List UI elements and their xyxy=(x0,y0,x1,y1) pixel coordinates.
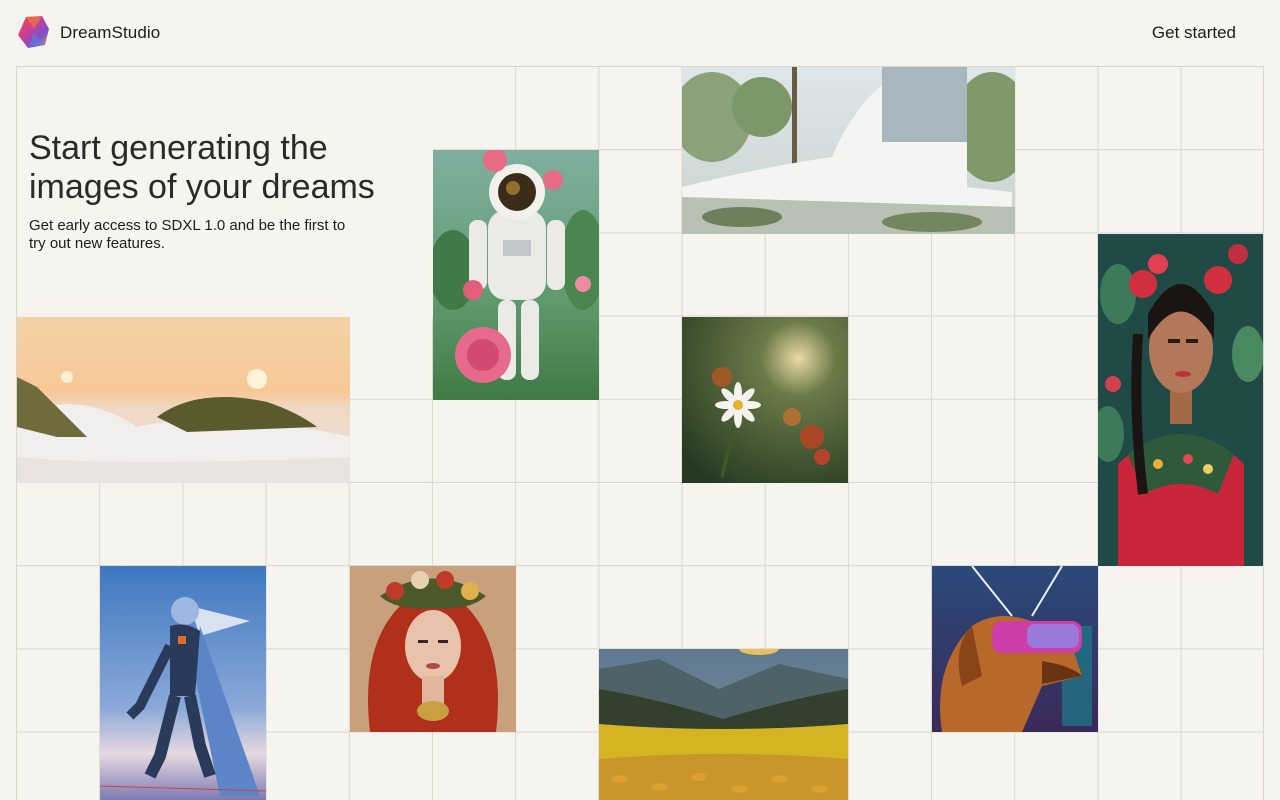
get-started-link[interactable]: Get started xyxy=(1152,23,1236,43)
image-grid: Start generating the images of your drea… xyxy=(16,66,1264,800)
hero-section: Start generating the images of your drea… xyxy=(17,67,433,317)
modern-house-image[interactable] xyxy=(682,67,1015,234)
flying-robot-image[interactable] xyxy=(100,566,266,800)
red-hair-woman-image[interactable] xyxy=(350,566,516,732)
hero-title: Start generating the images of your drea… xyxy=(29,129,375,206)
brand-name[interactable]: DreamStudio xyxy=(60,23,160,43)
vr-dog-image[interactable] xyxy=(932,566,1098,732)
beach-dunes-sunset-image[interactable] xyxy=(17,317,350,483)
hero-subtitle: Get early access to SDXL 1.0 and be the … xyxy=(29,217,346,252)
top-header: DreamStudio Get started xyxy=(0,0,1280,66)
frida-portrait-image[interactable] xyxy=(1098,234,1263,566)
daisy-flower-image[interactable] xyxy=(682,317,848,483)
dreamstudio-logo-icon[interactable] xyxy=(16,15,50,49)
astronaut-roses-image[interactable] xyxy=(433,150,599,400)
yellow-field-image[interactable] xyxy=(599,649,848,800)
